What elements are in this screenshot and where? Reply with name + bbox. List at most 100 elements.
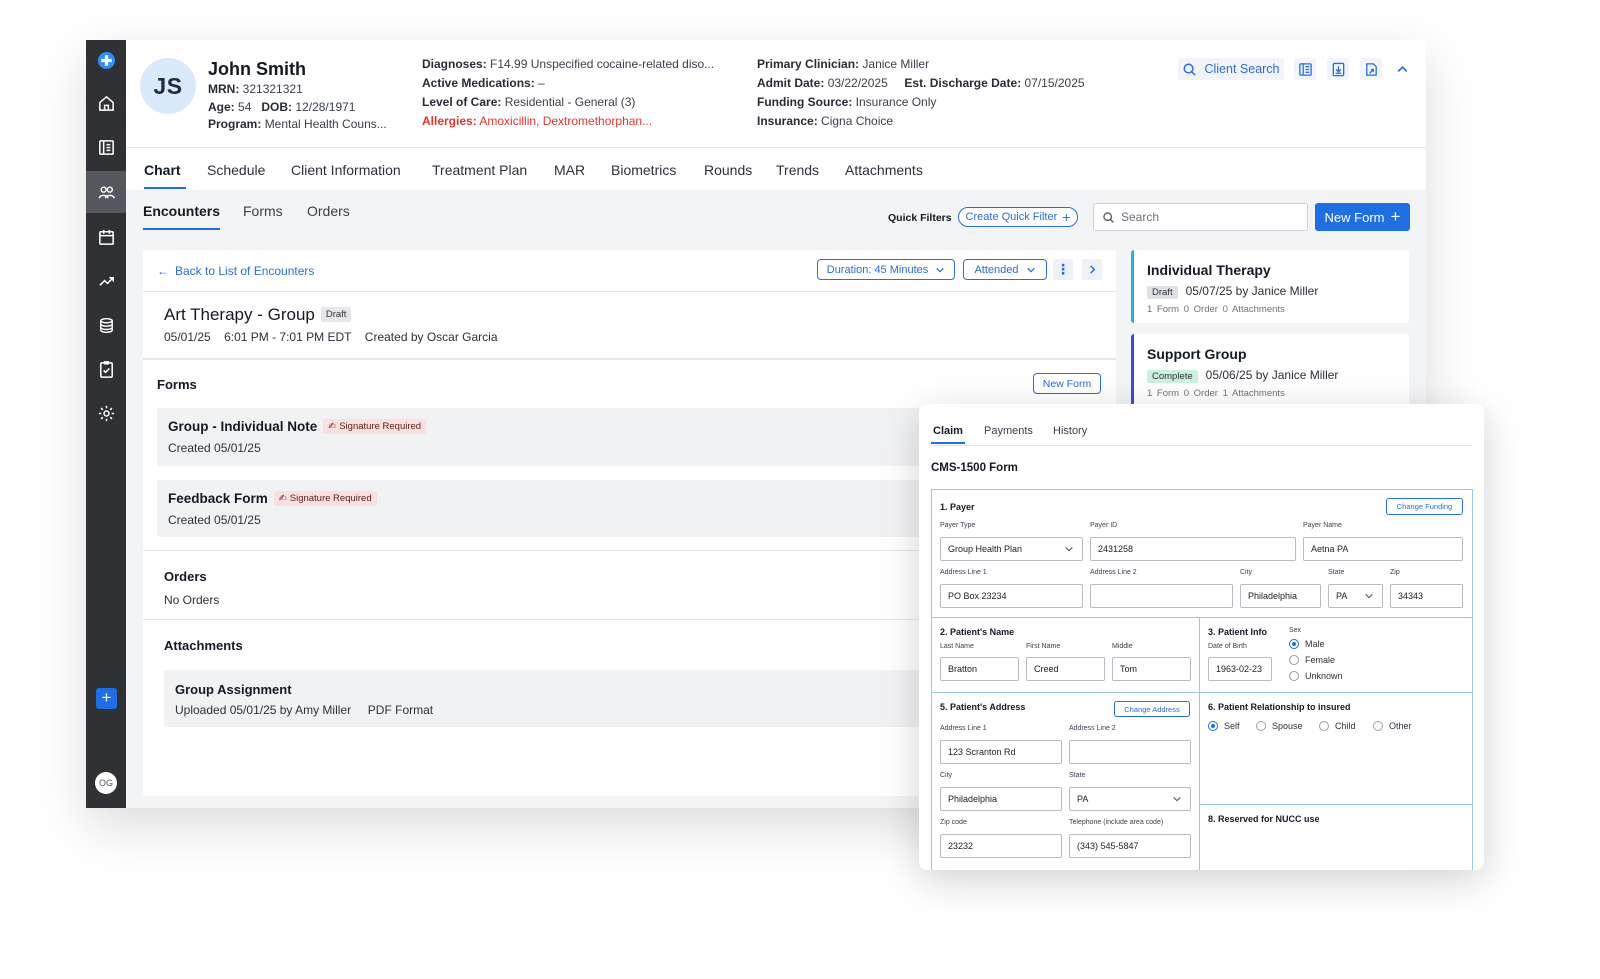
client-search-button[interactable]: Client Search xyxy=(1178,58,1284,80)
face-sheet-icon[interactable] xyxy=(1294,58,1316,80)
clients-icon[interactable] xyxy=(86,171,126,213)
patient-zip-field[interactable]: 23232 xyxy=(940,834,1062,858)
billing-icon[interactable] xyxy=(86,305,126,345)
tab-client-information[interactable]: Client Information xyxy=(291,162,401,178)
patient-city-field[interactable]: Philadelphia xyxy=(940,787,1062,811)
tab-mar[interactable]: MAR xyxy=(554,162,585,178)
claim-tab-payments[interactable]: Payments xyxy=(984,425,1033,437)
app-logo-icon[interactable] xyxy=(86,40,126,80)
add-form-button[interactable]: New Form xyxy=(1033,373,1101,394)
subtab-forms[interactable]: Forms xyxy=(243,203,283,219)
claim-tab-history[interactable]: History xyxy=(1053,425,1087,437)
last-name-field[interactable]: Bratton xyxy=(940,657,1019,681)
patient-address1-label: Address Line 1 xyxy=(940,725,987,732)
status-badge: Draft xyxy=(1147,286,1178,299)
radio-icon xyxy=(1289,671,1299,681)
payer-city-label: City xyxy=(1240,569,1253,576)
user-avatar[interactable]: OG xyxy=(95,772,117,794)
payer-address2-label: Address Line 2 xyxy=(1090,569,1137,576)
payer-address1-field[interactable]: PO Box 23234 xyxy=(940,584,1083,608)
subtab-encounters[interactable]: Encounters xyxy=(143,203,220,219)
payer-type-select[interactable]: Group Health Plan xyxy=(940,537,1083,561)
middle-name-field[interactable]: Tom xyxy=(1112,657,1191,681)
signature-icon: ✍ xyxy=(278,493,287,504)
dob-label: Date of Birth xyxy=(1208,643,1247,650)
sex-radio-male[interactable]: Male xyxy=(1289,639,1325,649)
chevron-down-icon xyxy=(1026,267,1035,273)
create-quick-filter-button[interactable]: Create Quick Filter + xyxy=(958,207,1078,227)
back-to-encounters-link[interactable]: ← Back to List of Encounters xyxy=(157,264,314,278)
payer-id-label: Payer ID xyxy=(1090,522,1118,529)
home-icon[interactable] xyxy=(86,83,126,123)
tab-trends[interactable]: Trends xyxy=(776,162,819,178)
chevron-down-icon xyxy=(1173,796,1181,802)
patient-phone-field[interactable]: (343) 545-5847 xyxy=(1069,834,1191,858)
signature-required-badge: ✍ Signature Required xyxy=(273,491,377,506)
form-created-date: Created 05/01/25 xyxy=(168,441,261,455)
change-funding-button[interactable]: Change Funding xyxy=(1386,498,1463,515)
subtab-orders[interactable]: Orders xyxy=(307,203,350,219)
insurance: Insurance: Cigna Choice xyxy=(757,114,894,128)
payer-id-field[interactable]: 2431258 xyxy=(1090,537,1296,561)
patient-address2-label: Address Line 2 xyxy=(1069,725,1116,732)
change-address-button[interactable]: Change Address xyxy=(1114,701,1190,717)
collapse-chevron-up-icon[interactable] xyxy=(1392,58,1412,80)
payer-city-field[interactable]: Philadelphia xyxy=(1240,584,1321,608)
patient-name-heading: 2. Patient's Name xyxy=(940,627,1015,637)
relationship-radio-spouse[interactable]: Spouse xyxy=(1256,721,1303,731)
signature-required-badge: ✍ Signature Required xyxy=(323,419,427,434)
relationship-radio-other[interactable]: Other xyxy=(1373,721,1412,731)
patient-zip-label: Zip code xyxy=(940,819,967,826)
sex-radio-unknown[interactable]: Unknown xyxy=(1289,671,1343,681)
divider xyxy=(143,358,1116,360)
next-encounter-chevron-right-icon[interactable] xyxy=(1082,259,1102,280)
tab-biometrics[interactable]: Biometrics xyxy=(611,162,676,178)
sex-radio-female[interactable]: Female xyxy=(1289,655,1335,665)
payer-zip-field[interactable]: 34343 xyxy=(1390,584,1463,608)
tab-chart[interactable]: Chart xyxy=(144,162,181,178)
first-name-field[interactable]: Creed xyxy=(1026,657,1105,681)
radio-selected-icon xyxy=(1208,721,1218,731)
records-icon[interactable] xyxy=(86,127,126,167)
chevron-down-icon xyxy=(1365,593,1373,599)
download-icon[interactable] xyxy=(1327,58,1349,80)
radio-icon xyxy=(1289,655,1299,665)
patient-address-heading: 5. Patient's Address xyxy=(940,702,1026,712)
dob-field[interactable]: 1963-02-23 xyxy=(1208,657,1272,681)
payer-state-select[interactable]: PA xyxy=(1328,584,1383,608)
payer-name-label: Payer Name xyxy=(1303,522,1342,529)
encounter-search-input[interactable]: Search xyxy=(1093,203,1308,231)
relationship-radio-child[interactable]: Child xyxy=(1319,721,1356,731)
arrow-left-icon: ← xyxy=(157,264,169,278)
trends-icon[interactable] xyxy=(86,261,126,301)
settings-gear-icon[interactable] xyxy=(86,393,126,433)
patient-address2-field[interactable] xyxy=(1069,740,1191,764)
patient-state-select[interactable]: PA xyxy=(1069,787,1191,811)
signature-icon: ✍ xyxy=(328,421,337,432)
new-form-button[interactable]: New Form + xyxy=(1315,203,1410,231)
tasks-icon[interactable] xyxy=(86,349,126,389)
patient-address1-field[interactable]: 123 Scranton Rd xyxy=(940,740,1062,764)
quick-add-button[interactable]: + xyxy=(96,688,117,709)
patient-program: Program: Mental Health Couns... xyxy=(208,117,387,131)
relationship-radio-self[interactable]: Self xyxy=(1208,721,1240,731)
payer-address2-field[interactable] xyxy=(1090,584,1233,608)
radio-icon xyxy=(1373,721,1383,731)
payer-name-field[interactable]: Aetna PA xyxy=(1303,537,1463,561)
tab-schedule[interactable]: Schedule xyxy=(207,162,265,178)
export-document-icon[interactable] xyxy=(1360,58,1382,80)
tab-attachments[interactable]: Attachments xyxy=(845,162,923,178)
patient-diagnoses: Diagnoses: F14.99 Unspecified cocaine-re… xyxy=(422,57,715,71)
calendar-icon[interactable] xyxy=(86,217,126,257)
encounter-list-item[interactable]: Support Group Complete 05/06/25 by Janice… xyxy=(1131,334,1409,408)
admit-discharge-dates: Admit Date: 03/22/2025 Est. Discharge Da… xyxy=(757,76,1085,90)
attachment-meta: Uploaded 05/01/25 by Amy Miller PDF Form… xyxy=(175,703,434,717)
patient-state-label: State xyxy=(1069,772,1086,779)
more-options-icon[interactable]: ⋮ xyxy=(1053,259,1073,280)
encounter-list-item[interactable]: Individual Therapy Draft 05/07/25 by Jani… xyxy=(1131,250,1409,323)
claim-tab-claim[interactable]: Claim xyxy=(933,425,963,437)
attendance-dropdown[interactable]: Attended xyxy=(963,259,1047,280)
tab-treatment-plan[interactable]: Treatment Plan xyxy=(432,162,527,178)
duration-dropdown[interactable]: Duration: 45 Minutes xyxy=(817,259,955,280)
tab-rounds[interactable]: Rounds xyxy=(704,162,752,178)
